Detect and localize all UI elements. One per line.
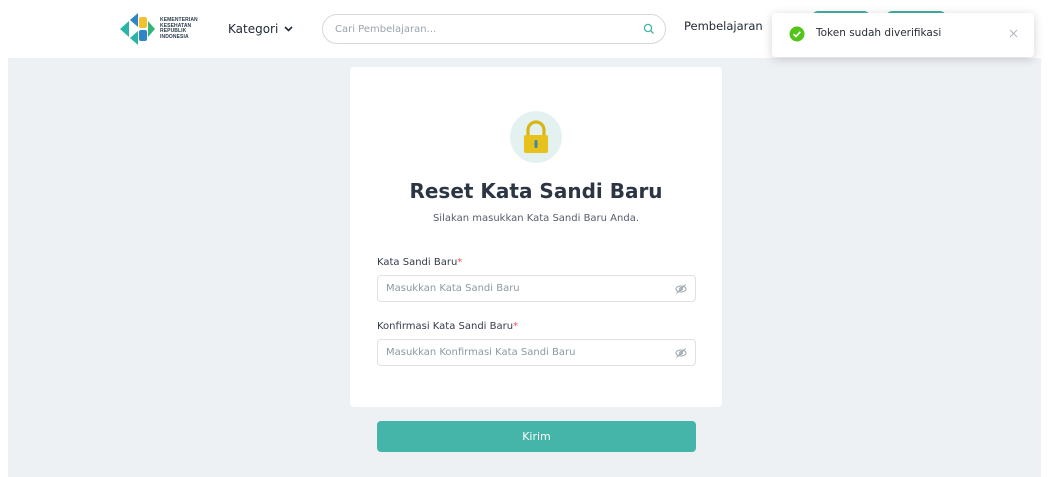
submit-button[interactable]: Kirim — [377, 421, 696, 452]
required-mark: * — [513, 321, 519, 332]
kategori-dropdown[interactable]: Kategori — [228, 19, 293, 39]
search-icon[interactable] — [643, 23, 655, 35]
kategori-label: Kategori — [228, 22, 279, 36]
page-title: Reset Kata Sandi Baru — [409, 179, 663, 203]
eye-off-icon[interactable] — [675, 283, 687, 295]
confirm-password-input[interactable] — [386, 340, 666, 365]
reset-password-card: Reset Kata Sandi Baru Silakan masukkan K… — [350, 67, 722, 407]
success-toast: Token sudah diverifikasi — [772, 13, 1034, 57]
page-subtitle: Silakan masukkan Kata Sandi Baru Anda. — [432, 213, 640, 224]
logo-text: KEMENTERIAN KESEHATAN REPUBLIK INDONESIA — [160, 17, 198, 40]
toast-message: Token sudah diverifikasi — [816, 27, 942, 39]
search-input[interactable] — [335, 15, 635, 43]
new-password-label: Kata Sandi Baru* — [377, 257, 463, 268]
nav-pembelajaran[interactable]: Pembelajaran — [684, 19, 763, 33]
confirm-password-label: Konfirmasi Kata Sandi Baru* — [377, 321, 519, 332]
lock-icon — [524, 120, 548, 153]
kemenkes-logo[interactable]: KEMENTERIAN KESEHATAN REPUBLIK INDONESIA — [118, 10, 198, 48]
kemenkes-logo-mark — [120, 13, 155, 45]
confirm-password-field — [377, 339, 696, 366]
check-circle-icon — [789, 26, 805, 42]
lock-icon-wrapper — [510, 111, 562, 163]
chevron-down-icon — [284, 26, 293, 32]
new-password-input[interactable] — [386, 276, 666, 301]
close-icon[interactable] — [1009, 29, 1018, 38]
required-mark: * — [457, 257, 463, 268]
new-password-field — [377, 275, 696, 302]
search-bar — [322, 14, 666, 44]
eye-off-icon[interactable] — [675, 347, 687, 359]
